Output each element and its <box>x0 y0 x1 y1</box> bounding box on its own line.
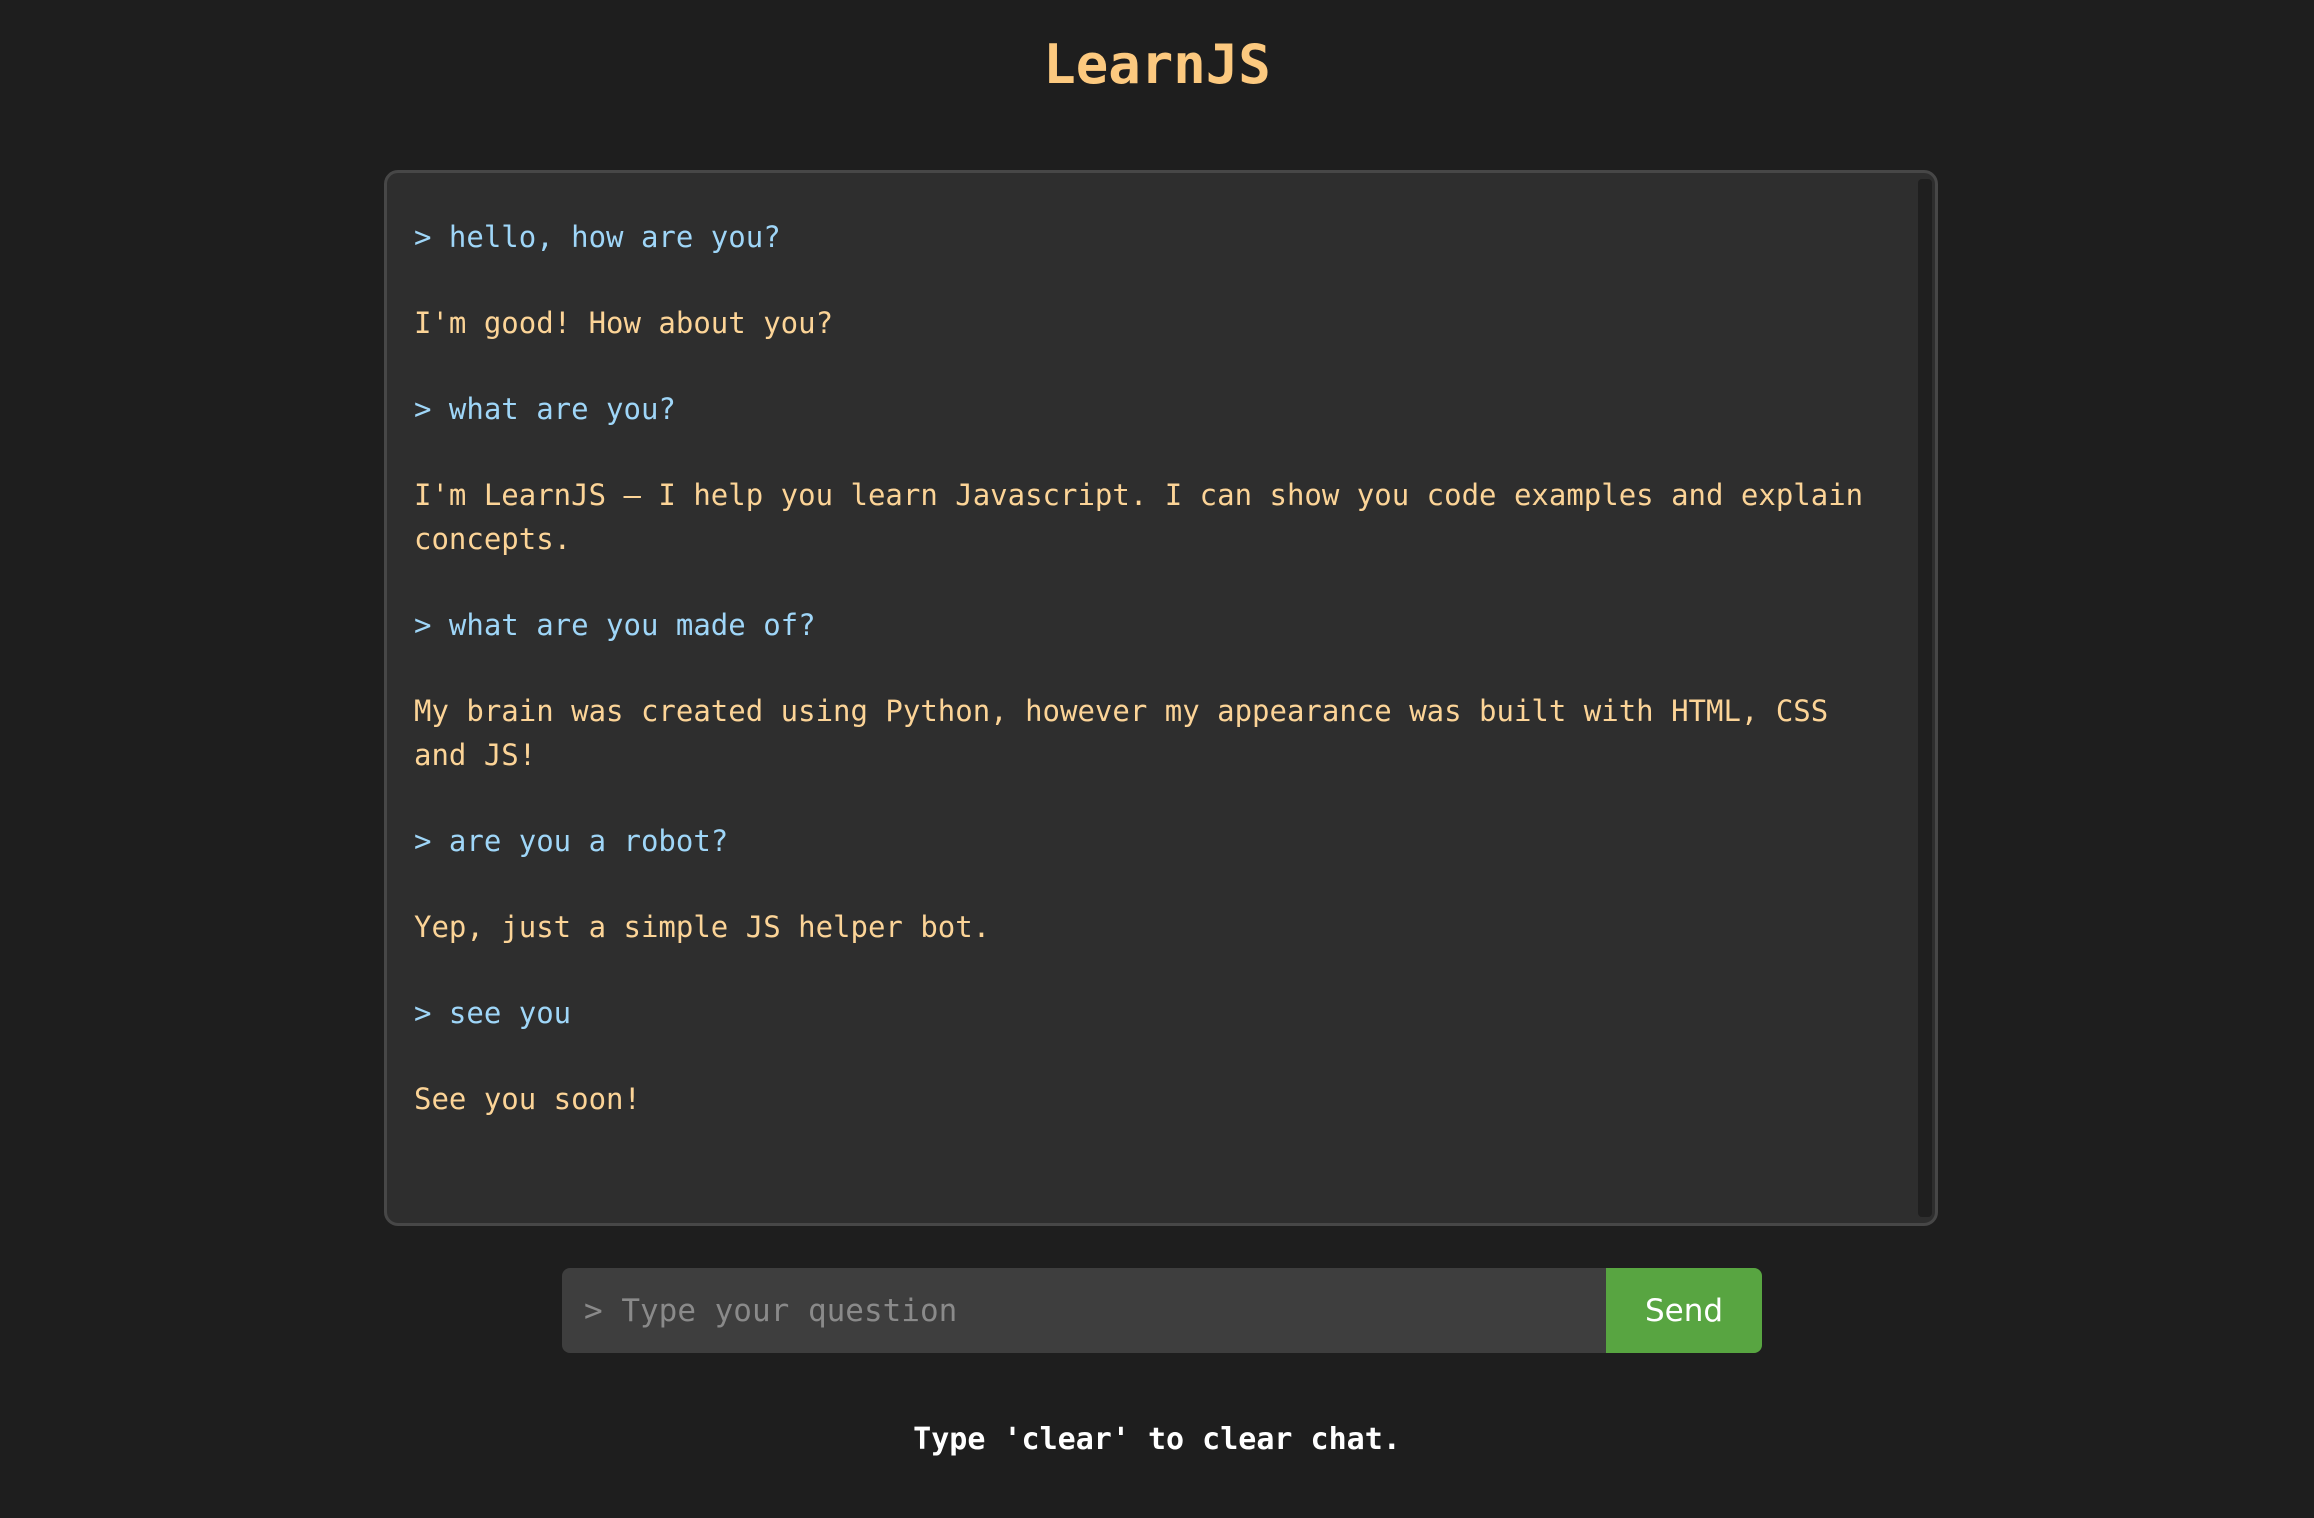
app-title: LearnJS <box>1043 33 1271 96</box>
user-message: > are you a robot? <box>414 824 729 858</box>
chat-panel: > hello, how are you? I'm good! How about… <box>384 170 1938 1226</box>
clear-hint: Type 'clear' to clear chat. <box>913 1422 1401 1457</box>
user-message: > what are you? <box>414 392 676 426</box>
bot-message: My brain was created using Python, howev… <box>414 694 1846 772</box>
chat-log: > hello, how are you? I'm good! How about… <box>387 173 1917 1223</box>
bot-message: Yep, just a simple JS helper bot. <box>414 910 991 944</box>
user-message: > what are you made of? <box>414 608 816 642</box>
user-message: > hello, how are you? <box>414 220 781 254</box>
user-message: > see you <box>414 996 572 1030</box>
chat-scrollbar[interactable] <box>1918 179 1932 1217</box>
bot-message: I'm good! How about you? <box>414 306 834 340</box>
send-button[interactable]: Send <box>1606 1268 1762 1353</box>
input-row: Send <box>562 1268 1762 1353</box>
question-input[interactable] <box>562 1268 1606 1353</box>
bot-message: I'm LearnJS – I help you learn Javascrip… <box>414 478 1881 556</box>
bot-message: See you soon! <box>414 1082 641 1116</box>
